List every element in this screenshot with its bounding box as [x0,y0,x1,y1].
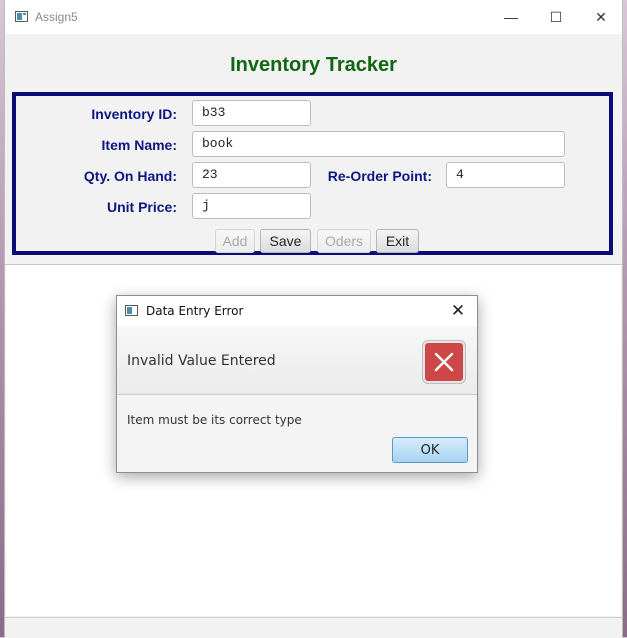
exit-button[interactable]: Exit [376,229,419,253]
close-button[interactable]: ✕ [578,0,624,34]
inventory-id-field[interactable]: b33 [192,100,311,126]
dialog-header-text: Invalid Value Entered [127,353,276,369]
dialog-close-button[interactable]: ✕ [447,300,469,322]
error-x-icon [423,341,465,383]
minimize-button[interactable]: — [488,0,534,34]
unit-price-label: Unit Price: [106,199,177,215]
reorder-point-field[interactable]: 4 [446,162,565,188]
qty-on-hand-label: Qty. On Hand: [83,168,177,184]
add-button[interactable]: Add [215,229,255,253]
inventory-id-label: Inventory ID: [91,106,177,122]
dialog-header: Invalid Value Entered [117,326,477,395]
item-name-label: Item Name: [101,137,177,153]
page-title: Inventory Tracker [230,54,397,76]
orders-button[interactable]: Oders [317,229,371,253]
unit-price-field[interactable]: j [192,193,311,219]
status-bar [5,617,622,638]
window-title: Assign5 [35,10,78,24]
app-icon [15,11,28,22]
save-button[interactable]: Save [260,229,311,253]
maximize-button[interactable]: ☐ [533,0,579,34]
title-bar[interactable]: Assign5 — ☐ ✕ [5,0,622,34]
item-name-field[interactable]: book [192,131,565,157]
dialog-app-icon [125,305,138,316]
qty-on-hand-field[interactable]: 23 [192,162,311,188]
x-glyph-icon [434,352,454,372]
dialog-content-text: Item must be its correct type [127,413,302,427]
inventory-form: Inventory ID: b33 Item Name: book Qty. O… [12,92,613,255]
dialog-title-bar[interactable]: Data Entry Error ✕ [117,296,477,326]
reorder-point-label: Re-Order Point: [327,168,432,184]
dialog-title: Data Entry Error [146,304,244,318]
ok-button[interactable]: OK [392,437,468,463]
error-dialog: Data Entry Error ✕ Invalid Value Entered… [116,295,478,473]
